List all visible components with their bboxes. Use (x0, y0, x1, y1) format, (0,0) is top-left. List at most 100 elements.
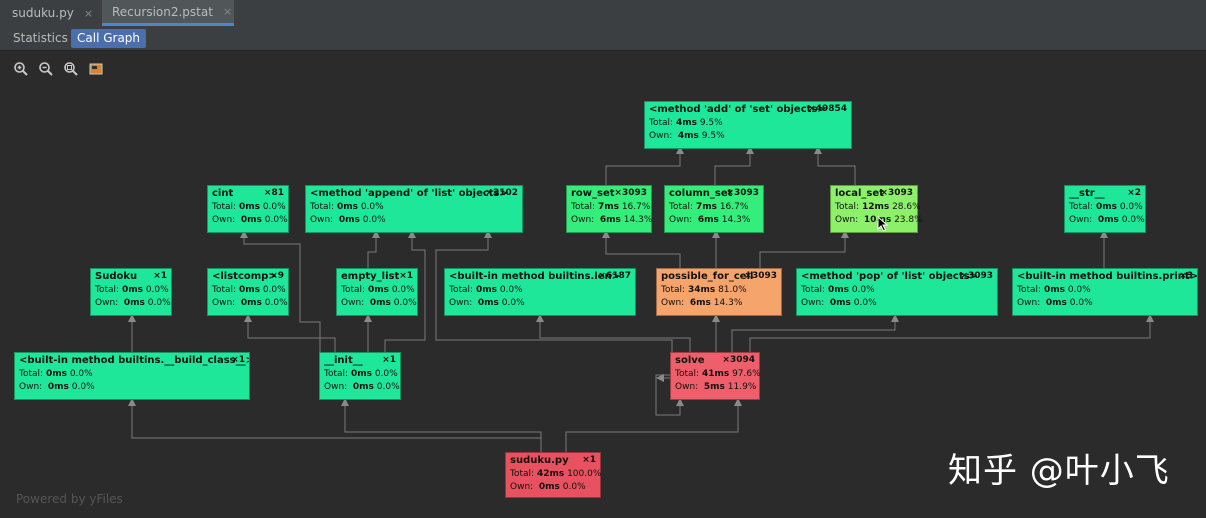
call-node-str[interactable]: __str__ ×2 Total: 0ms 0.0% Own: 0ms 0.0% (1064, 185, 1146, 233)
own-label: Own: (661, 298, 685, 308)
own-label: Own: (449, 298, 473, 308)
node-name: empty_list (341, 271, 400, 282)
own-time: 0ms (338, 215, 360, 225)
call-count: ×1 (231, 355, 245, 365)
own-time: 0ms (1045, 298, 1067, 308)
node-name: <method 'append' of 'list' objects> (310, 188, 508, 199)
total-time: 0ms (238, 285, 260, 295)
total-time: 0ms (238, 202, 260, 212)
own-time: 6ms (599, 215, 621, 225)
own-time: 0ms (352, 382, 374, 392)
total-label: Total: (675, 369, 700, 379)
own-label: Own: (801, 298, 825, 308)
call-node-build-class[interactable]: <built-in method builtins.__build_class_… (14, 352, 250, 400)
own-time: 4ms (677, 131, 699, 141)
node-name: __init__ (324, 355, 363, 366)
own-percent: 14.3% (721, 215, 751, 225)
call-node-list-pop[interactable]: <method 'pop' of 'list' objects> ×3093 To… (796, 268, 998, 316)
own-label: Own: (675, 382, 699, 392)
own-percent: 0.0% (362, 215, 386, 225)
call-count: ×3102 (485, 188, 518, 198)
call-count: ×3093 (744, 271, 777, 281)
call-node-sudoku[interactable]: Sudoku ×1 Total: 0ms 0.0% Own: 0ms 0.0% (90, 268, 172, 316)
total-percent: 9.5% (699, 118, 723, 128)
own-label: Own: (95, 298, 119, 308)
total-time: 0ms (367, 285, 389, 295)
total-label: Total: (212, 202, 237, 212)
total-percent: 0.0% (69, 369, 93, 379)
call-node-builtins-print[interactable]: <built-in method builtins.print> ×3 Total… (1012, 268, 1198, 316)
own-percent: 14.3% (713, 298, 743, 308)
own-time: 0ms (1097, 215, 1119, 225)
total-label: Total: (310, 202, 335, 212)
call-count: ×6187 (598, 271, 631, 281)
call-count: ×3093 (614, 188, 647, 198)
call-node-local-set[interactable]: local_set×3093 Total: 12ms 28.6% Own: 10… (830, 185, 923, 233)
call-count: ×49854 (808, 104, 847, 114)
own-label: Own: (649, 131, 673, 141)
call-count: ×3093 (880, 188, 913, 198)
own-percent: 0.0% (1069, 298, 1093, 308)
own-time: 6ms (697, 215, 719, 225)
call-count: ×81 (263, 188, 284, 198)
total-time: 0ms (475, 285, 497, 295)
node-name: Sudoku (95, 271, 138, 282)
total-label: Total: (449, 285, 474, 295)
own-label: Own: (835, 215, 859, 225)
node-name: suduku.py (510, 455, 569, 466)
node-name: __str__ (1069, 188, 1105, 199)
total-time: 41ms (701, 369, 730, 379)
node-name: row_set (571, 188, 615, 199)
call-count: ×3 (1179, 271, 1193, 281)
own-label: Own: (212, 215, 236, 225)
own-label: Own: (1017, 298, 1041, 308)
own-time: 0ms (829, 298, 851, 308)
total-percent: 97.6% (732, 369, 761, 379)
own-percent: 23.8% (894, 215, 923, 225)
total-percent: 0.0% (360, 202, 384, 212)
call-node-cint[interactable]: cint ×81 Total: 0ms 0.0% Own: 0ms 0.0% (207, 185, 289, 233)
call-count: ×3093 (726, 188, 759, 198)
total-label: Total: (324, 369, 349, 379)
call-node-possible-for-cell[interactable]: possible_for_cell ×3093 Total: 34ms 81.0%… (656, 268, 782, 316)
call-node-empty-list[interactable]: empty_list ×1 Total: 0ms 0.0% Own: 0ms 0.… (336, 268, 418, 316)
call-node-list-append[interactable]: <method 'append' of 'list' objects> ×3102… (305, 185, 523, 233)
own-percent: 9.5% (701, 131, 725, 141)
own-label: Own: (212, 298, 236, 308)
call-node-solve[interactable]: solve ×3094 Total: 41ms 97.6% Own: 5ms 11… (670, 352, 761, 400)
own-label: Own: (324, 382, 348, 392)
node-name: <built-in method builtins.__build_class_… (19, 355, 249, 366)
own-time: 0ms (47, 382, 69, 392)
total-percent: 16.7% (621, 202, 651, 212)
call-node-listcomp[interactable]: <listcomp> ×9 Total: 0ms 0.0% Own: 0ms 0.… (207, 268, 289, 316)
own-percent: 0.0% (147, 298, 171, 308)
node-name: possible_for_cell (661, 271, 754, 282)
call-node-column-set[interactable]: column_set ×3093 Total: 7ms 16.7% Own: 6m… (664, 185, 764, 233)
call-node-suduku-py[interactable]: suduku.py ×1 Total: 42ms 100.0% Own: 0ms … (505, 452, 601, 498)
own-time: 6ms (689, 298, 711, 308)
watermark: 知乎 @叶小飞 (948, 451, 1170, 491)
call-node-set-add[interactable]: <method 'add' of 'set' objects> ×49854 To… (644, 101, 852, 149)
own-percent: 0.0% (376, 382, 400, 392)
total-time: 12ms (861, 202, 890, 212)
own-label: Own: (310, 215, 334, 225)
node-name: <built-in method builtins.print> (1017, 271, 1197, 282)
node-name: <built-in method builtins.len> (449, 271, 621, 282)
call-count: ×9 (270, 271, 284, 281)
total-label: Total: (669, 202, 694, 212)
total-time: 7ms (597, 202, 619, 212)
total-percent: 0.0% (145, 285, 169, 295)
total-time: 34ms (687, 285, 716, 295)
own-percent: 0.0% (1121, 215, 1145, 225)
total-label: Total: (212, 285, 237, 295)
call-node-init[interactable]: __init__ ×1 Total: 0ms 0.0% Own: 0ms 0.0% (319, 352, 401, 400)
node-name: <listcomp> (212, 271, 277, 282)
own-time: 0ms (123, 298, 145, 308)
call-count: ×3094 (722, 355, 755, 365)
call-node-builtins-len[interactable]: <built-in method builtins.len> ×6187 Tota… (444, 268, 636, 316)
own-label: Own: (19, 382, 43, 392)
total-time: 0ms (45, 369, 67, 379)
own-label: Own: (669, 215, 693, 225)
total-percent: 0.0% (262, 202, 286, 212)
call-node-row-set[interactable]: row_set ×3093 Total: 7ms 16.7% Own: 6ms 1… (566, 185, 652, 233)
